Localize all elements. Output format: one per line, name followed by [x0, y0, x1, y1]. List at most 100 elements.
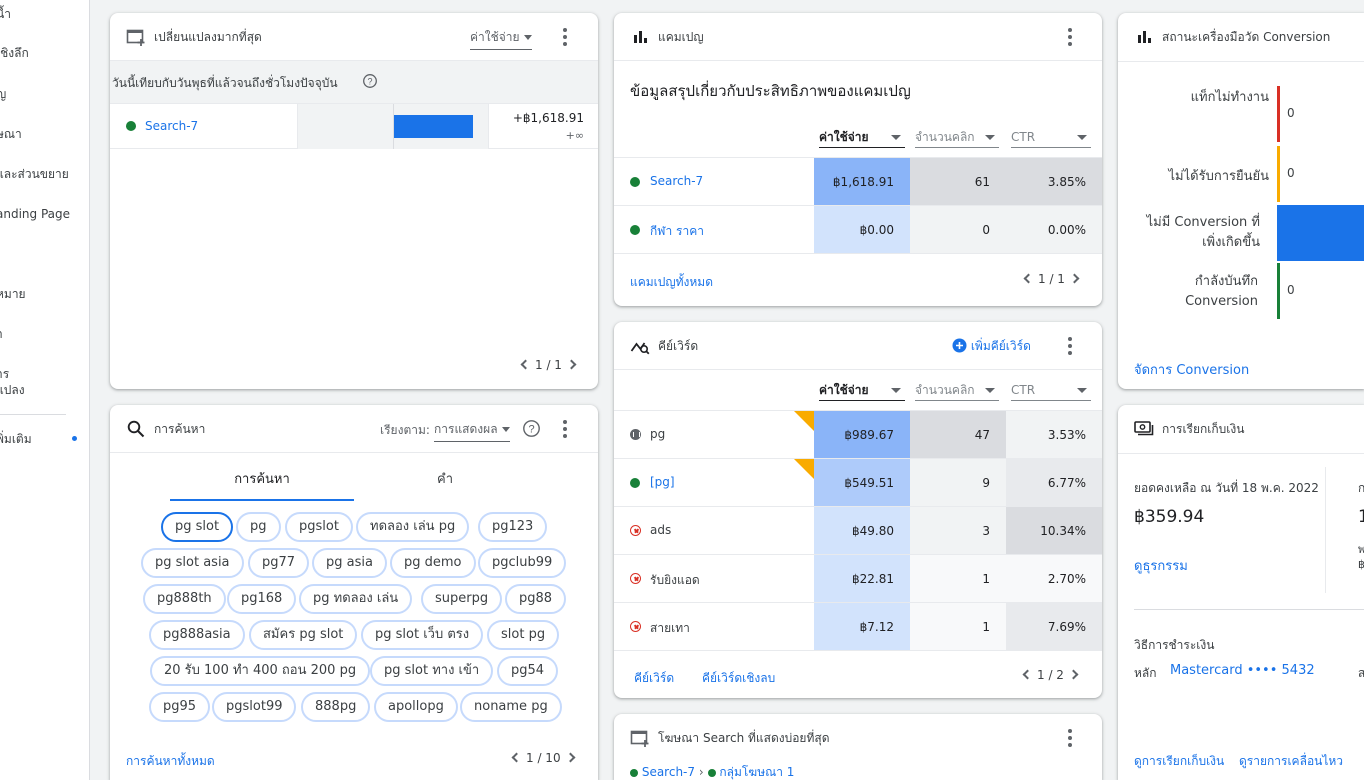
col-header-clicks[interactable]: จำนวนคลิก: [915, 128, 999, 148]
sidebar-item-more[interactable]: พิ่มเติม: [0, 431, 32, 447]
all-search-terms-link[interactable]: การค้นหาทั้งหมด: [126, 752, 215, 771]
search-term-chip[interactable]: pg77: [248, 548, 310, 578]
keyword-link[interactable]: [pg]: [650, 475, 675, 489]
all-campaigns-link[interactable]: แคมเปญทั้งหมด: [630, 273, 713, 292]
keyword-row[interactable]: pg ฿989.67 47 3.53%: [614, 410, 1102, 459]
chevron-right-icon[interactable]: [566, 359, 577, 370]
search-term-chip[interactable]: สมัคร pg slot: [249, 620, 358, 650]
more-options-icon[interactable]: [555, 27, 575, 47]
keyword-row[interactable]: ads ฿49.80 3 10.34%: [614, 506, 1102, 555]
search-term-chip[interactable]: pg slot ทาง เข้า: [370, 656, 494, 686]
keyword-row[interactable]: [pg] ฿549.51 9 6.77%: [614, 458, 1102, 507]
chevron-left-icon[interactable]: [1023, 273, 1034, 284]
sidebar-item-landing-pages[interactable]: anding Page: [0, 206, 70, 222]
search-term-chip[interactable]: 888pg: [301, 692, 371, 722]
search-term-chip[interactable]: ทดลอง เล่น pg: [356, 512, 470, 542]
more-options-icon[interactable]: [1060, 27, 1080, 47]
view-activity-link[interactable]: ดูรายการเคลื่อนไหว: [1239, 752, 1343, 771]
search-term-chip[interactable]: pg slot asia: [141, 548, 244, 578]
search-term-chip[interactable]: pg95: [149, 692, 211, 722]
view-transactions-link[interactable]: ดูธุรกรรม: [1134, 555, 1188, 576]
search-term-chip[interactable]: noname pg: [460, 692, 562, 722]
col-header-clicks[interactable]: จำนวนคลิก: [915, 381, 999, 401]
search-term-chip[interactable]: slot pg: [487, 620, 560, 650]
sort-dropdown[interactable]: การแสดงผล: [434, 420, 510, 442]
search-term-chip[interactable]: pg888th: [143, 584, 226, 614]
tab-words[interactable]: คำ: [360, 468, 530, 489]
search-term-chip[interactable]: pg888asia: [149, 620, 245, 650]
help-icon[interactable]: ?: [522, 419, 541, 438]
sidebar-item-audiences[interactable]: หมาย: [0, 286, 26, 302]
more-options-icon[interactable]: [1060, 336, 1080, 356]
balance-label: ยอดคงเหลือ ณ วันที่ 18 พ.ค. 2022: [1134, 481, 1319, 495]
view-billing-link[interactable]: ดูการเรียกเก็บเงิน: [1134, 752, 1224, 771]
search-term-chip[interactable]: pgclub99: [478, 548, 567, 578]
keyword-text[interactable]: สายเทา: [650, 619, 690, 638]
col-header-ctr[interactable]: CTR: [1011, 381, 1091, 401]
help-icon[interactable]: ?: [362, 73, 378, 89]
search-term-chip[interactable]: pg slot เว็บ ตรง: [361, 620, 484, 650]
keyword-text[interactable]: pg: [650, 427, 665, 441]
chevron-left-icon[interactable]: [1022, 669, 1033, 680]
sidebar-item-campaigns[interactable]: ญ: [0, 86, 6, 102]
search-term-chip[interactable]: superpg: [421, 584, 503, 614]
payment-card-link[interactable]: Mastercard •••• 5432: [1170, 663, 1315, 678]
col-header-ctr[interactable]: CTR: [1011, 128, 1091, 148]
manage-conversions-link[interactable]: จัดการ Conversion: [1134, 359, 1249, 380]
sidebar-item-insights[interactable]: เชิงลึก: [0, 45, 29, 61]
sort-label: เรียงตาม:: [380, 423, 430, 437]
status-enabled-icon: [707, 768, 716, 777]
chevron-right-icon[interactable]: [565, 752, 576, 763]
search-term-chip[interactable]: pg: [236, 512, 281, 542]
keyword-row[interactable]: สายเทา ฿7.12 1 7.69%: [614, 602, 1102, 651]
biggest-changes-card: เปลี่ยนแปลงมากที่สุด ค่าใช้จ่าย วันนี้เท…: [110, 13, 598, 389]
change-row[interactable]: Search-7 +฿1,618.91 +∞: [110, 103, 598, 149]
search-term-chip[interactable]: pg demo: [390, 548, 476, 578]
more-options-icon[interactable]: [1060, 728, 1080, 748]
status-label-no-recent: ไม่มี Conversion ที่เพิ่งเกิดขึ้น: [1146, 215, 1260, 250]
search-term-chip[interactable]: pg88: [505, 584, 567, 614]
tab-search-terms[interactable]: การค้นหา: [170, 468, 354, 489]
metric-dropdown[interactable]: ค่าใช้จ่าย: [470, 28, 532, 50]
status-bar-recording: [1277, 263, 1280, 319]
keyword-row[interactable]: รับยิงแอด ฿22.81 1 2.70%: [614, 554, 1102, 603]
sidebar-item-overview[interactable]: น้ำ: [0, 6, 11, 22]
chevron-left-icon[interactable]: [511, 752, 522, 763]
search-term-chip[interactable]: 20 รับ 100 ทํา 400 ถอน 200 pg: [150, 656, 371, 686]
campaign-row[interactable]: กีฬา ราคา ฿0.00 0 0.00%: [614, 205, 1102, 254]
sidebar-item-assets[interactable]: และส่วนขยาย: [0, 166, 69, 182]
sidebar-item-keywords[interactable]: ำ: [0, 326, 3, 342]
campaign-link[interactable]: กีฬา ราคา: [650, 222, 704, 241]
search-term-chip[interactable]: pg123: [478, 512, 548, 542]
keywords-link[interactable]: คีย์เวิร์ด: [634, 669, 674, 688]
search-term-chip[interactable]: pg slot: [161, 512, 234, 542]
search-term-chip[interactable]: pg asia: [312, 548, 387, 578]
search-term-chip[interactable]: pg54: [497, 656, 559, 686]
status-label-unverified: ไม่ได้รับการยืนยัน: [1168, 169, 1269, 184]
more-options-icon[interactable]: [555, 419, 575, 439]
negative-keywords-link[interactable]: คีย์เวิร์ดเชิงลบ: [702, 669, 775, 688]
breadcrumb-campaign[interactable]: Search-7: [642, 765, 695, 779]
search-term-chip[interactable]: pgslot99: [212, 692, 297, 722]
search-term-chip[interactable]: pgslot: [285, 512, 353, 542]
keyword-text[interactable]: ads: [650, 523, 671, 537]
card-header: โฆษณา Search ที่แสดงบ่อยที่สุด: [614, 714, 1102, 762]
add-keyword-button[interactable]: เพิ่มคีย์เวิร์ด: [952, 337, 1031, 356]
search-term-chip[interactable]: pg168: [227, 584, 297, 614]
col-header-clicks-label: จำนวนคลิก: [915, 383, 975, 397]
campaign-link[interactable]: Search-7: [145, 119, 198, 133]
breadcrumb-adgroup[interactable]: กลุ่มโฆษณา 1: [719, 765, 794, 779]
campaign-link[interactable]: Search-7: [650, 174, 703, 188]
chevron-left-icon[interactable]: [520, 359, 531, 370]
campaign-row[interactable]: Search-7 ฿1,618.91 61 3.85%: [614, 157, 1102, 206]
keyword-text[interactable]: รับยิงแอด: [650, 571, 700, 590]
search-term-chip[interactable]: pg ทดลอง เล่น: [299, 584, 413, 614]
sidebar-item-conversions[interactable]: าร แปลง: [0, 366, 25, 398]
col-header-cost[interactable]: ค่าใช้จ่าย: [819, 128, 905, 148]
sidebar-item-ads[interactable]: ษณา: [0, 126, 22, 142]
chevron-right-icon[interactable]: [1068, 669, 1079, 680]
col-header-cost[interactable]: ค่าใช้จ่าย: [819, 381, 905, 401]
chevron-right-icon[interactable]: [1069, 273, 1080, 284]
search-term-chip[interactable]: apollopg: [374, 692, 458, 722]
chevron-down-icon: [1077, 135, 1087, 140]
